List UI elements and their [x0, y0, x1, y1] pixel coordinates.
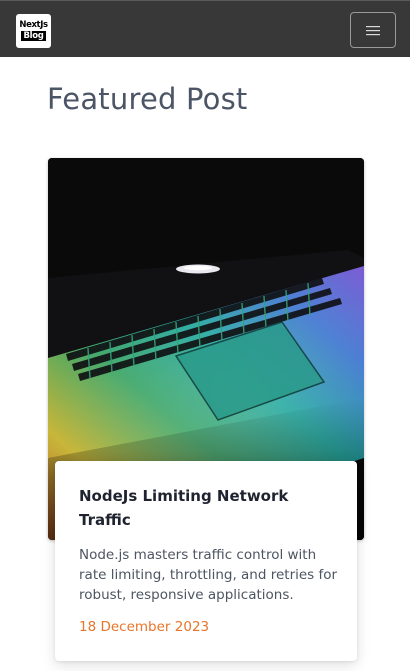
navbar: NextJs Blog	[0, 0, 410, 57]
site-logo[interactable]: NextJs Blog	[16, 14, 51, 48]
post-date: 18 December 2023	[79, 619, 210, 635]
page-title: Featured Post	[47, 82, 248, 116]
logo-text-nextjs: NextJs	[19, 20, 48, 30]
logo-text-blog: Blog	[21, 30, 46, 41]
featured-post-card[interactable]: NodeJs Limiting Network Traffic Node.js …	[55, 461, 357, 661]
post-description: Node.js masters traffic control with rat…	[79, 547, 338, 603]
hamburger-icon	[366, 25, 380, 35]
post-title[interactable]: NodeJs Limiting Network Traffic	[79, 484, 339, 532]
menu-toggle-button[interactable]	[350, 12, 396, 48]
